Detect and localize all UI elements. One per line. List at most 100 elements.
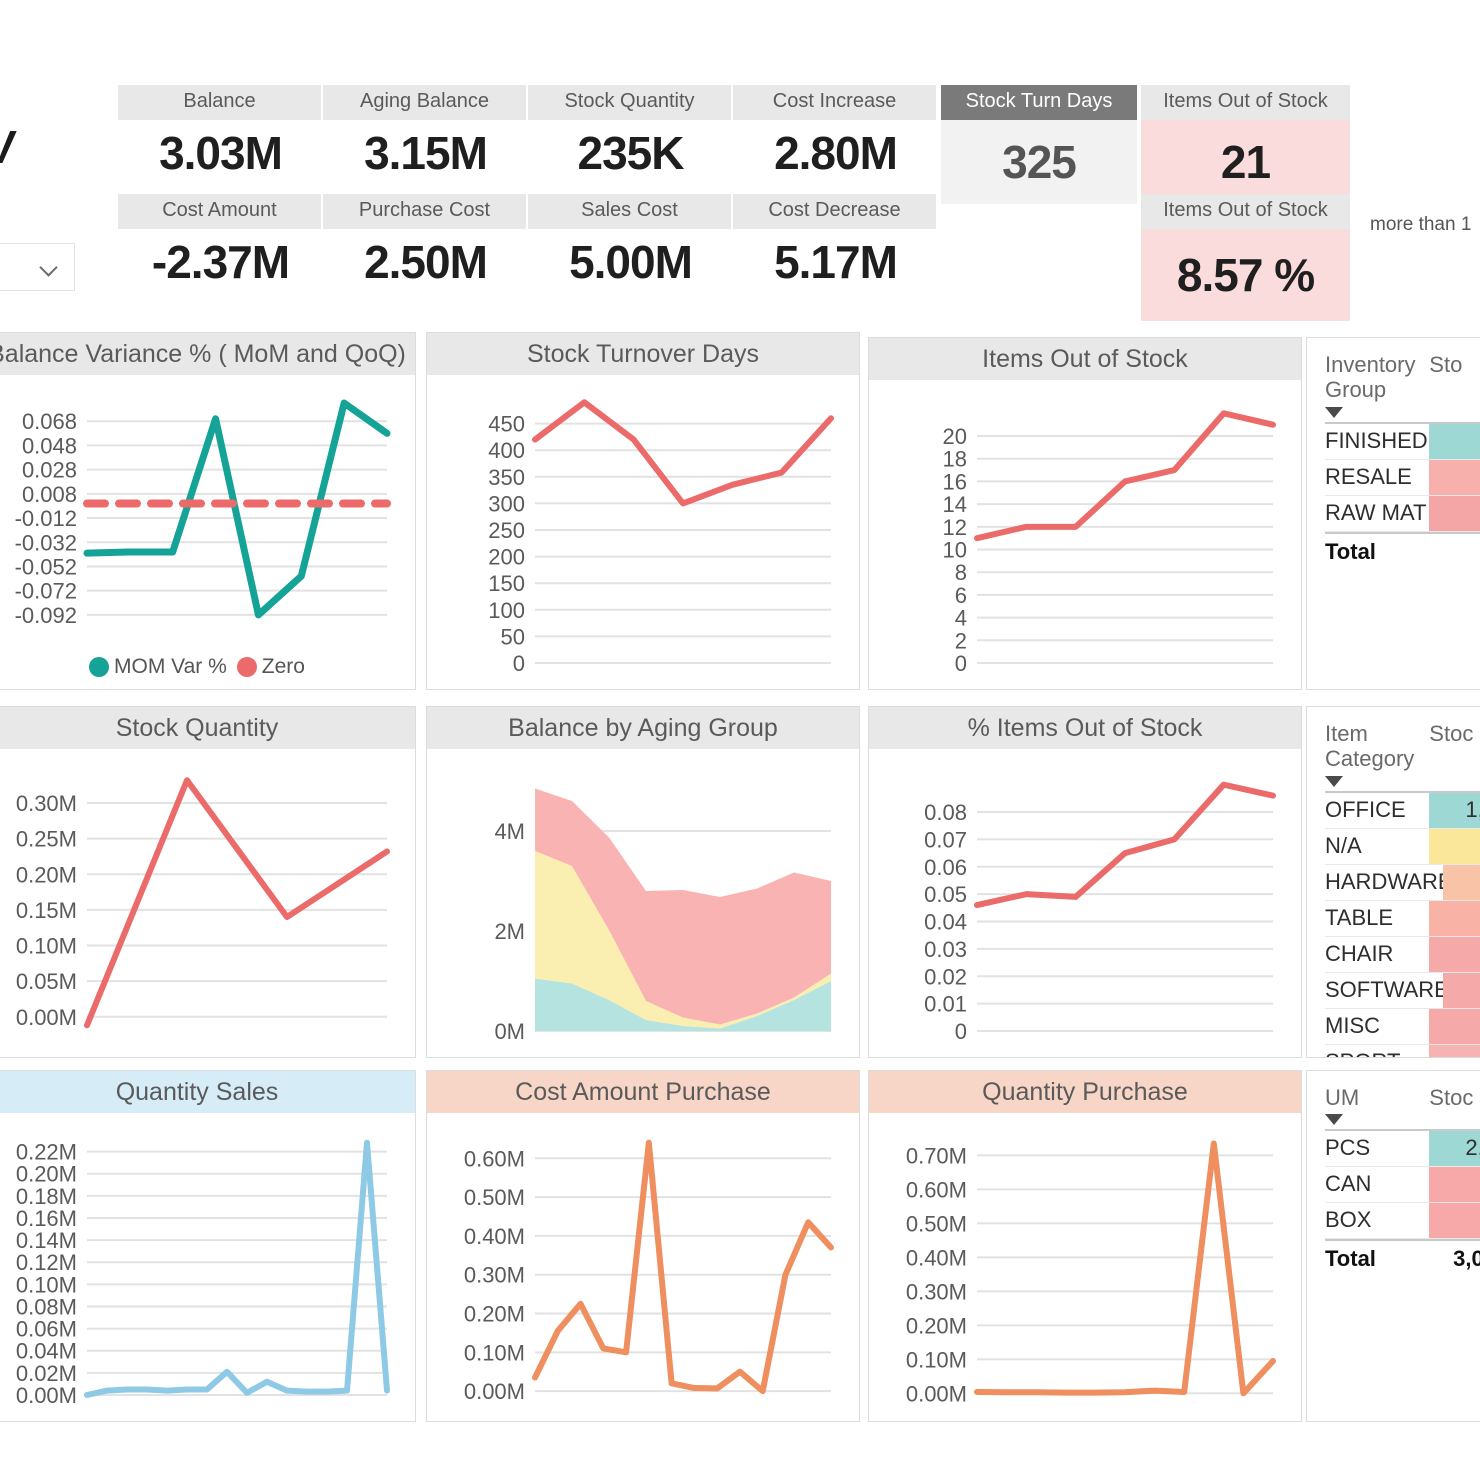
- legend-item-mom-var[interactable]: MOM Var %: [89, 655, 227, 679]
- kpi-items-out-of-stock[interactable]: Items Out of Stock 21: [1141, 85, 1350, 204]
- total-value: 3: [1429, 534, 1480, 570]
- column-header-value: Stoc: [1429, 721, 1474, 746]
- table-row[interactable]: CAN: [1325, 1167, 1480, 1204]
- chart-card-cost-amount-purchase[interactable]: Cost Amount Purchase 0.60M 0.50M 0.40M 0.30…: [426, 1070, 860, 1422]
- table-row[interactable]: RESALE: [1325, 459, 1480, 496]
- svg-text:0.008: 0.008: [22, 482, 77, 507]
- chevron-down-icon[interactable]: [1325, 1114, 1343, 1126]
- chart-card-balance-by-aging-group[interactable]: Balance by Aging Group 4M 2M 0M: [426, 706, 860, 1058]
- table-row[interactable]: SPORT1: [1325, 1044, 1480, 1057]
- svg-text:0.00M: 0.00M: [16, 1005, 77, 1030]
- svg-text:0.40M: 0.40M: [464, 1224, 525, 1249]
- svg-text:0.08: 0.08: [924, 800, 967, 825]
- svg-text:-0.052: -0.052: [15, 554, 77, 579]
- svg-text:6: 6: [955, 583, 967, 608]
- kpi-cost-amount[interactable]: Cost Amount -2.37M: [118, 194, 323, 303]
- table-row[interactable]: TABLE 2: [1325, 900, 1480, 937]
- kpi-stock-quantity[interactable]: Stock Quantity 235K: [528, 85, 733, 194]
- table-header: Item Category Stoc: [1325, 721, 1480, 793]
- svg-text:16: 16: [943, 469, 967, 494]
- row-label: FINISHED: [1325, 427, 1428, 453]
- chart-plot: 0.60M 0.50M 0.40M 0.30M 0.20M 0.10M 0.00M: [427, 1113, 859, 1421]
- svg-text:200: 200: [488, 545, 525, 570]
- svg-text:0.40M: 0.40M: [906, 1245, 967, 1270]
- svg-text:0.048: 0.048: [22, 433, 77, 458]
- chart-title: Items Out of Stock: [869, 338, 1301, 380]
- more-than-note: more than 1: [1370, 214, 1472, 235]
- kpi-balance[interactable]: Balance 3.03M: [118, 85, 323, 194]
- kpi-cost-increase[interactable]: Cost Increase 2.80M: [733, 85, 938, 194]
- kpi-aging-balance[interactable]: Aging Balance 3.15M: [323, 85, 528, 194]
- kpi-purchase-cost[interactable]: Purchase Cost 2.50M: [323, 194, 528, 303]
- inventory-group-table[interactable]: Inventory Group Sto FINISHED RESALE RAW MAT T…: [1306, 337, 1480, 690]
- row-value: 6: [1429, 828, 1480, 864]
- row-value: 1: [1429, 1008, 1480, 1044]
- svg-text:18: 18: [943, 447, 967, 472]
- table-row[interactable]: HARDWARE2: [1325, 864, 1480, 901]
- kpi-value: 8.57 %: [1176, 249, 1315, 301]
- chart-card-items-out-of-stock[interactable]: Items Out of Stock 20 18 16 14 12 10 8 6 4 2 0: [868, 337, 1302, 690]
- chart-plot: 450 400 350 300 250 200 150 100 50 0: [427, 375, 859, 689]
- svg-text:0.02: 0.02: [924, 964, 967, 989]
- table-row[interactable]: OFFICE 1,2: [1325, 792, 1480, 829]
- kpi-label: Sales Cost: [528, 194, 733, 229]
- kpi-sales-cost[interactable]: Sales Cost 5.00M: [528, 194, 733, 303]
- kpi-label: Items Out of Stock: [1141, 85, 1350, 120]
- svg-text:0.50M: 0.50M: [906, 1211, 967, 1236]
- kpi-grid: Balance 3.03M Aging Balance 3.15M Stock …: [118, 85, 938, 303]
- chart-title: Stock Turnover Days: [427, 333, 859, 375]
- kpi-value: 325: [1002, 136, 1077, 188]
- um-table[interactable]: UM Stoc PCS 2,9 CAN BOX Total 3,03: [1306, 1070, 1480, 1422]
- chart-card-stock-turnover-days[interactable]: Stock Turnover Days 450 400 350 300 250 200 15…: [426, 332, 860, 690]
- table-row[interactable]: RAW MAT: [1325, 495, 1480, 532]
- chevron-down-icon[interactable]: [1325, 775, 1343, 787]
- svg-text:0.03: 0.03: [924, 937, 967, 962]
- chart-card-stock-quantity[interactable]: Stock Quantity 0.30M 0.25M 0.20M 0.15M 0.10M…: [0, 706, 416, 1058]
- table-row[interactable]: BOX: [1325, 1203, 1480, 1240]
- table-row[interactable]: FINISHED: [1325, 423, 1480, 460]
- svg-text:-0.072: -0.072: [15, 579, 77, 604]
- svg-text:-0.032: -0.032: [15, 530, 77, 555]
- chart-title: Cost Amount Purchase: [427, 1071, 859, 1113]
- table-row[interactable]: PCS 2,9: [1325, 1131, 1480, 1168]
- table-row[interactable]: MISC 1: [1325, 1008, 1480, 1045]
- chart-card-quantity-sales[interactable]: Quantity Sales 0.22M 0.20M 0.18M 0.16M 0.14M…: [0, 1070, 416, 1422]
- filter-slicer-dropdown[interactable]: [0, 243, 75, 291]
- svg-text:4M: 4M: [494, 819, 525, 844]
- svg-text:250: 250: [488, 518, 525, 543]
- svg-text:0.00M: 0.00M: [16, 1383, 77, 1408]
- svg-text:0.10M: 0.10M: [464, 1340, 525, 1365]
- chevron-down-icon[interactable]: [1325, 406, 1343, 418]
- row-value: 2: [1443, 864, 1480, 900]
- table-row[interactable]: N/A 6: [1325, 828, 1480, 865]
- chart-plot: 0.30M 0.25M 0.20M 0.15M 0.10M 0.05M 0.00M: [0, 749, 415, 1057]
- table-body: Inventory Group Sto FINISHED RESALE RAW MAT T…: [1307, 338, 1480, 570]
- row-value: 1: [1443, 972, 1480, 1008]
- chart-plot: 0.22M 0.20M 0.18M 0.16M 0.14M 0.12M 0.10M 0.08M…: [0, 1113, 415, 1421]
- kpi-cost-decrease[interactable]: Cost Decrease 5.17M: [733, 194, 938, 303]
- item-category-table[interactable]: Item CategoryStocOFFICE1,2N/A6HARDWARE2T…: [1306, 706, 1480, 1058]
- total-value: 3,03: [1453, 1246, 1480, 1272]
- row-label: TABLE: [1325, 904, 1394, 930]
- table-body: UM Stoc PCS 2,9 CAN BOX Total 3,03: [1307, 1071, 1480, 1277]
- kpi-pct-items-out-of-stock[interactable]: Items Out of Stock 8.57 %: [1141, 194, 1350, 321]
- svg-text:0: 0: [955, 651, 967, 676]
- chart-card-pct-items-out-of-stock[interactable]: % Items Out of Stock 0.08 0.07 0.06 0.05 0.0…: [868, 706, 1302, 1058]
- kpi-value: 5.17M: [774, 236, 898, 288]
- table-row[interactable]: SOFTWARE1: [1325, 972, 1480, 1009]
- kpi-value: -2.37M: [151, 236, 290, 288]
- svg-text:0.10M: 0.10M: [16, 934, 77, 959]
- chart-card-balance-variance[interactable]: Balance Variance % ( MoM and QoQ) 0.068 0…: [0, 332, 416, 690]
- svg-text:0.20M: 0.20M: [16, 862, 77, 887]
- row-value: [1429, 459, 1480, 495]
- kpi-label: Purchase Cost: [323, 194, 528, 229]
- table-row[interactable]: CHAIR 1: [1325, 936, 1480, 973]
- svg-text:0.00M: 0.00M: [906, 1381, 967, 1406]
- kpi-value: 3.15M: [364, 127, 488, 179]
- row-label: CHAIR: [1325, 940, 1394, 966]
- svg-text:2M: 2M: [494, 919, 525, 944]
- chart-card-quantity-purchase[interactable]: Quantity Purchase 0.70M 0.60M 0.50M 0.40M 0.…: [868, 1070, 1302, 1422]
- svg-text:0.06: 0.06: [924, 855, 967, 880]
- kpi-stock-turn-days[interactable]: Stock Turn Days 325: [941, 85, 1137, 204]
- legend-item-zero[interactable]: Zero: [236, 655, 305, 679]
